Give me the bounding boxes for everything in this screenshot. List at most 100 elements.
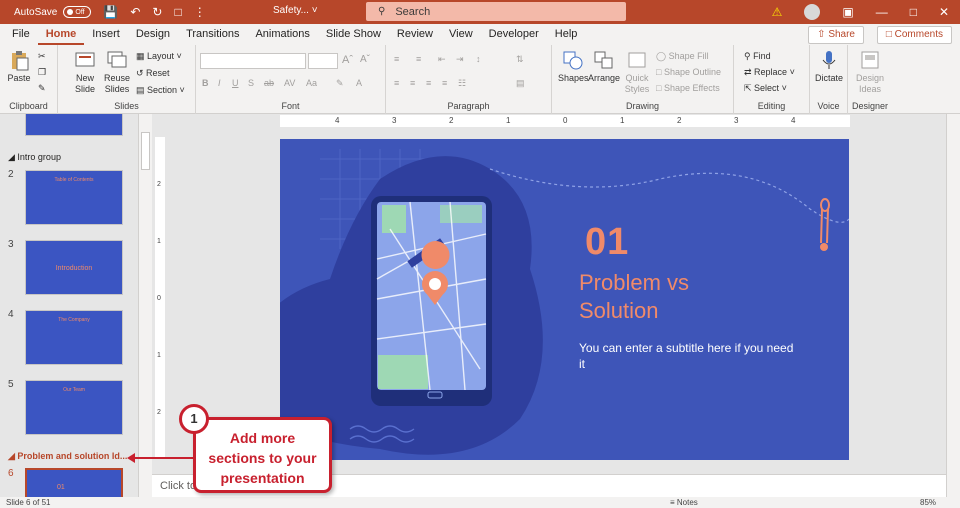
share-button[interactable]: ⇧ Share <box>808 26 864 44</box>
ruler-tick: 2 <box>677 116 682 125</box>
tab-view[interactable]: View <box>441 24 481 45</box>
shape-outline-button[interactable]: □ Shape Outline <box>656 67 721 77</box>
warning-icon[interactable]: ⚠ <box>772 5 783 19</box>
drawing-group: Shapes Arrange Quick Styles ◯ Shape Fill … <box>552 45 734 114</box>
tab-help[interactable]: Help <box>547 24 586 45</box>
slide-thumbnail[interactable]: The Company <box>25 310 123 365</box>
paste-button[interactable]: Paste <box>4 49 34 83</box>
format-painter-icon[interactable]: ✎ <box>38 83 46 94</box>
slide-thumbnail-selected[interactable]: 01 <box>25 468 123 497</box>
slide-section-number[interactable]: 01 <box>585 221 629 264</box>
find-button[interactable]: ⚲ Find <box>744 51 771 62</box>
search-input[interactable]: Search <box>395 6 430 18</box>
start-from-beginning-icon[interactable]: □ <box>174 5 181 19</box>
arrange-button[interactable]: Arrange <box>588 49 620 83</box>
slide-title[interactable]: Problem vs Solution <box>579 269 689 325</box>
dictate-button[interactable]: Dictate <box>814 49 844 83</box>
font-color-icon[interactable]: A <box>356 78 362 88</box>
underline-icon[interactable]: U <box>232 78 239 88</box>
slide-subtitle[interactable]: You can enter a subtitle here if you nee… <box>579 340 799 372</box>
section-header[interactable]: ◢ Problem and solution Id... <box>8 451 127 462</box>
layout-button[interactable]: ▦ Layout ˅ <box>136 51 182 62</box>
tab-insert[interactable]: Insert <box>84 24 128 45</box>
bullets-icon[interactable]: ≡ <box>394 54 399 64</box>
slide-thumbnail[interactable]: Introduction <box>25 240 123 295</box>
slide-scrollbar[interactable] <box>946 114 960 497</box>
ribbon-display-icon[interactable]: ▣ <box>842 5 853 19</box>
maximize-icon[interactable]: □ <box>910 5 917 19</box>
numbering-icon[interactable]: ≡ <box>416 54 421 64</box>
tab-design[interactable]: Design <box>128 24 178 45</box>
font-size-select[interactable] <box>308 53 338 69</box>
bold-icon[interactable]: B <box>202 78 209 88</box>
reset-button[interactable]: ↺ Reset <box>136 68 170 79</box>
ruler-tick: 1 <box>620 116 625 125</box>
slide-number: 4 <box>8 309 14 320</box>
save-icon[interactable]: 💾 <box>103 5 118 19</box>
redo-icon[interactable]: ↻ <box>152 5 162 19</box>
design-ideas-button[interactable]: Design Ideas <box>854 49 886 95</box>
slide-counter: Slide 6 of 51 <box>6 498 51 507</box>
cut-icon[interactable]: ✂ <box>38 51 46 62</box>
decrease-font-icon[interactable]: Aˇ <box>360 54 370 65</box>
zoom-level[interactable]: 85% <box>920 498 936 507</box>
reuse-slides-icon <box>107 51 127 68</box>
close-icon[interactable]: ✕ <box>939 5 949 19</box>
microphone-icon <box>822 51 836 69</box>
line-spacing-icon[interactable]: ↕ <box>476 54 481 64</box>
section-button[interactable]: ▤ Section ˅ <box>136 85 185 96</box>
tab-developer[interactable]: Developer <box>481 24 547 45</box>
quick-styles-button[interactable]: Quick Styles <box>622 49 652 95</box>
columns-icon[interactable]: ☷ <box>458 78 466 89</box>
slide-thumbnail-pane: ◢ Intro group 2 Table of Contents 3 Intr… <box>0 114 138 497</box>
align-left-icon[interactable]: ≡ <box>394 78 399 88</box>
text-direction-icon[interactable]: ⇅ <box>516 54 524 65</box>
increase-font-icon[interactable]: Aˆ <box>342 54 353 66</box>
tab-slide-show[interactable]: Slide Show <box>318 24 389 45</box>
minimize-icon[interactable]: — <box>876 5 888 19</box>
copy-icon[interactable]: ❐ <box>38 67 46 78</box>
notes-placeholder[interactable]: Click to <box>160 480 196 492</box>
increase-indent-icon[interactable]: ⇥ <box>456 54 464 65</box>
highlight-icon[interactable]: ✎ <box>336 78 344 89</box>
smartart-icon[interactable]: ▤ <box>516 78 525 89</box>
tab-home[interactable]: Home <box>37 24 85 45</box>
thumbnail-scrollbar[interactable] <box>138 114 152 497</box>
comments-button[interactable]: □ Comments <box>876 26 952 44</box>
select-button[interactable]: ⇱ Select ˅ <box>744 83 787 94</box>
current-slide[interactable]: 01 Problem vs Solution You can enter a su… <box>280 139 849 460</box>
align-center-icon[interactable]: ≡ <box>410 78 415 88</box>
tab-review[interactable]: Review <box>389 24 441 45</box>
replace-button[interactable]: ⇄ Replace ˅ <box>744 67 795 78</box>
autosave-toggle[interactable]: Off <box>63 6 92 18</box>
shape-effects-button[interactable]: □ Shape Effects <box>656 83 720 93</box>
slide-thumbnail[interactable] <box>25 114 123 136</box>
change-case-icon[interactable]: Aa <box>306 78 317 88</box>
tab-file[interactable]: File <box>4 24 38 45</box>
slide-thumbnail[interactable]: Table of Contents <box>25 170 123 225</box>
italic-icon[interactable]: I <box>218 78 221 88</box>
document-title[interactable]: Safety... ˅ <box>273 5 318 16</box>
decrease-indent-icon[interactable]: ⇤ <box>438 54 446 65</box>
reuse-slides-button[interactable]: Reuse Slides <box>102 49 132 95</box>
character-spacing-icon[interactable]: AV <box>284 78 295 88</box>
scrollbar-thumb[interactable] <box>141 132 150 170</box>
search-box[interactable]: ⚲ Search <box>366 2 626 21</box>
notes-toggle-button[interactable]: ≡ Notes <box>670 498 698 507</box>
shape-fill-button[interactable]: ◯ Shape Fill <box>656 51 709 62</box>
design-ideas-icon <box>861 51 879 69</box>
tab-animations[interactable]: Animations <box>247 24 317 45</box>
slide-thumbnail[interactable]: Our Team <box>25 380 123 435</box>
section-header[interactable]: ◢ Intro group <box>8 152 61 163</box>
strikethrough-icon[interactable]: ab <box>264 78 274 88</box>
align-right-icon[interactable]: ≡ <box>426 78 431 88</box>
font-name-select[interactable] <box>200 53 306 69</box>
shapes-button[interactable]: Shapes <box>558 49 589 83</box>
shadow-icon[interactable]: S <box>248 78 254 88</box>
justify-icon[interactable]: ≡ <box>442 78 447 88</box>
avatar[interactable] <box>804 4 821 20</box>
new-slide-button[interactable]: New Slide <box>70 49 100 95</box>
customize-qat-icon[interactable]: ⋮ <box>194 5 206 19</box>
tab-transitions[interactable]: Transitions <box>178 24 247 45</box>
undo-icon[interactable]: ↶ <box>130 5 140 19</box>
